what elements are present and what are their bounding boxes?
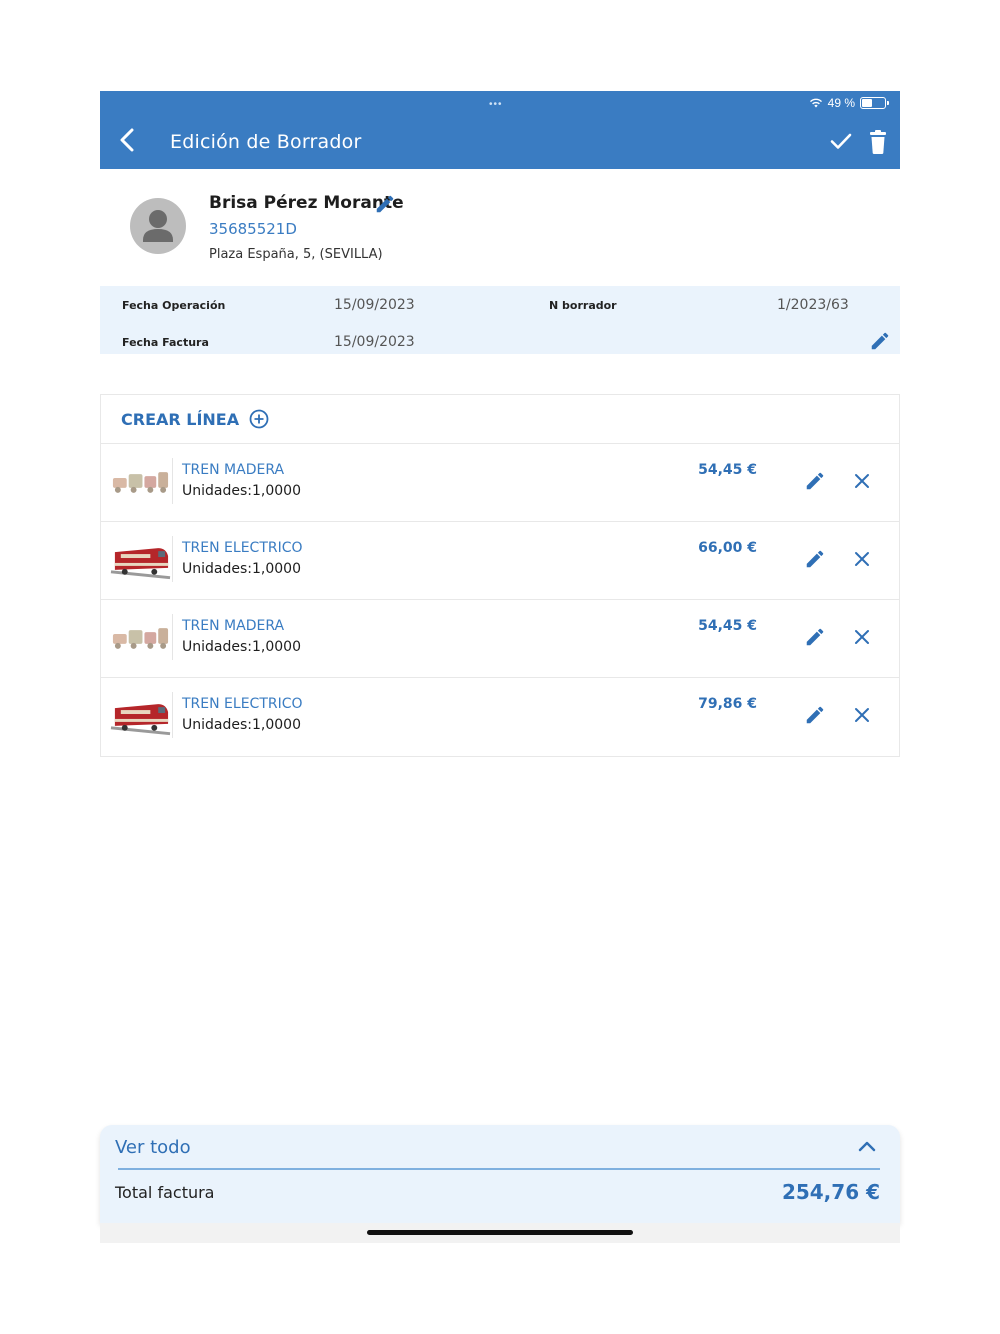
line-item-units: Unidades:1,0000: [182, 717, 301, 733]
delete-line-close-icon[interactable]: [853, 628, 871, 646]
delete-line-close-icon[interactable]: [853, 472, 871, 490]
chevron-up-icon[interactable]: [857, 1139, 877, 1153]
client-address: Plaza España, 5, (SEVILLA): [209, 247, 383, 262]
ver-todo-button[interactable]: Ver todo: [115, 1137, 191, 1158]
line-item-name[interactable]: TREN ELECTRICO: [182, 540, 303, 556]
line-item-name[interactable]: TREN MADERA: [182, 462, 284, 478]
line-item-units: Unidades:1,0000: [182, 483, 301, 499]
line-item-price: 54,45 €: [698, 462, 757, 478]
line-item-price: 79,86 €: [698, 696, 757, 712]
line-item-name[interactable]: TREN MADERA: [182, 618, 284, 634]
edit-info-pencil-icon[interactable]: [869, 330, 891, 352]
create-line-row: CREAR LÍNEA: [101, 395, 899, 444]
multitask-dots[interactable]: •••: [489, 99, 503, 110]
electric-train-thumbnail: [110, 692, 173, 738]
home-indicator[interactable]: [367, 1230, 633, 1235]
n-borrador-value: 1/2023/63: [777, 297, 849, 313]
create-line-label: CREAR LÍNEA: [121, 409, 240, 429]
line-item[interactable]: TREN MADERA Unidades:1,0000 54,45 €: [101, 600, 899, 678]
line-item[interactable]: TREN ELECTRICO Unidades:1,0000 66,00 €: [101, 522, 899, 600]
save-check-button[interactable]: [829, 129, 853, 153]
back-button[interactable]: [116, 127, 140, 153]
electric-train-thumbnail: [110, 536, 173, 582]
n-borrador-label: N borrador: [549, 299, 617, 312]
line-item-units: Unidades:1,0000: [182, 561, 301, 577]
footer-divider: [118, 1168, 880, 1170]
edit-line-pencil-icon[interactable]: [804, 626, 826, 648]
total-value: 254,76 €: [781, 1180, 880, 1204]
total-label: Total factura: [115, 1183, 215, 1202]
avatar: [130, 198, 186, 254]
line-item-price: 66,00 €: [698, 540, 757, 556]
edit-line-pencil-icon[interactable]: [804, 470, 826, 492]
wifi-icon: [809, 98, 822, 108]
edit-line-pencil-icon[interactable]: [804, 548, 826, 570]
invoice-lines: CREAR LÍNEA TREN MADERA Unidades:1,0000 …: [100, 394, 900, 757]
invoice-info-panel: Fecha Operación 15/09/2023 N borrador 1/…: [100, 286, 900, 354]
delete-line-close-icon[interactable]: [853, 550, 871, 568]
status-indicators: 49 %: [809, 96, 889, 110]
user-silhouette-icon: [143, 210, 173, 242]
fecha-factura-value: 15/09/2023: [334, 334, 415, 350]
totals-panel: Ver todo Total factura 254,76 €: [100, 1125, 900, 1223]
battery-percent: 49 %: [827, 96, 855, 110]
edit-client-pencil-icon[interactable]: [374, 193, 396, 215]
app-header: ••• 49 % Edición de Borrador: [100, 91, 900, 169]
edit-line-pencil-icon[interactable]: [804, 704, 826, 726]
fecha-operacion-label: Fecha Operación: [122, 299, 226, 312]
fecha-operacion-value: 15/09/2023: [334, 297, 415, 313]
line-item-price: 54,45 €: [698, 618, 757, 634]
app-window: ••• 49 % Edición de Borrador Brisa Pérez…: [100, 91, 900, 1243]
fecha-factura-label: Fecha Factura: [122, 336, 209, 349]
page-title: Edición de Borrador: [170, 131, 362, 153]
battery-icon: [860, 97, 889, 109]
wooden-train-thumbnail: [112, 614, 173, 660]
delete-line-close-icon[interactable]: [853, 706, 871, 724]
line-item[interactable]: TREN ELECTRICO Unidades:1,0000 79,86 €: [101, 678, 899, 756]
create-line-button[interactable]: CREAR LÍNEA: [121, 409, 269, 429]
delete-draft-button[interactable]: [867, 129, 889, 155]
line-item[interactable]: TREN MADERA Unidades:1,0000 54,45 €: [101, 444, 899, 522]
plus-circle-icon: [249, 409, 269, 429]
wooden-train-thumbnail: [112, 458, 173, 504]
line-item-units: Unidades:1,0000: [182, 639, 301, 655]
client-id[interactable]: 35685521D: [209, 220, 297, 238]
line-item-name[interactable]: TREN ELECTRICO: [182, 696, 303, 712]
